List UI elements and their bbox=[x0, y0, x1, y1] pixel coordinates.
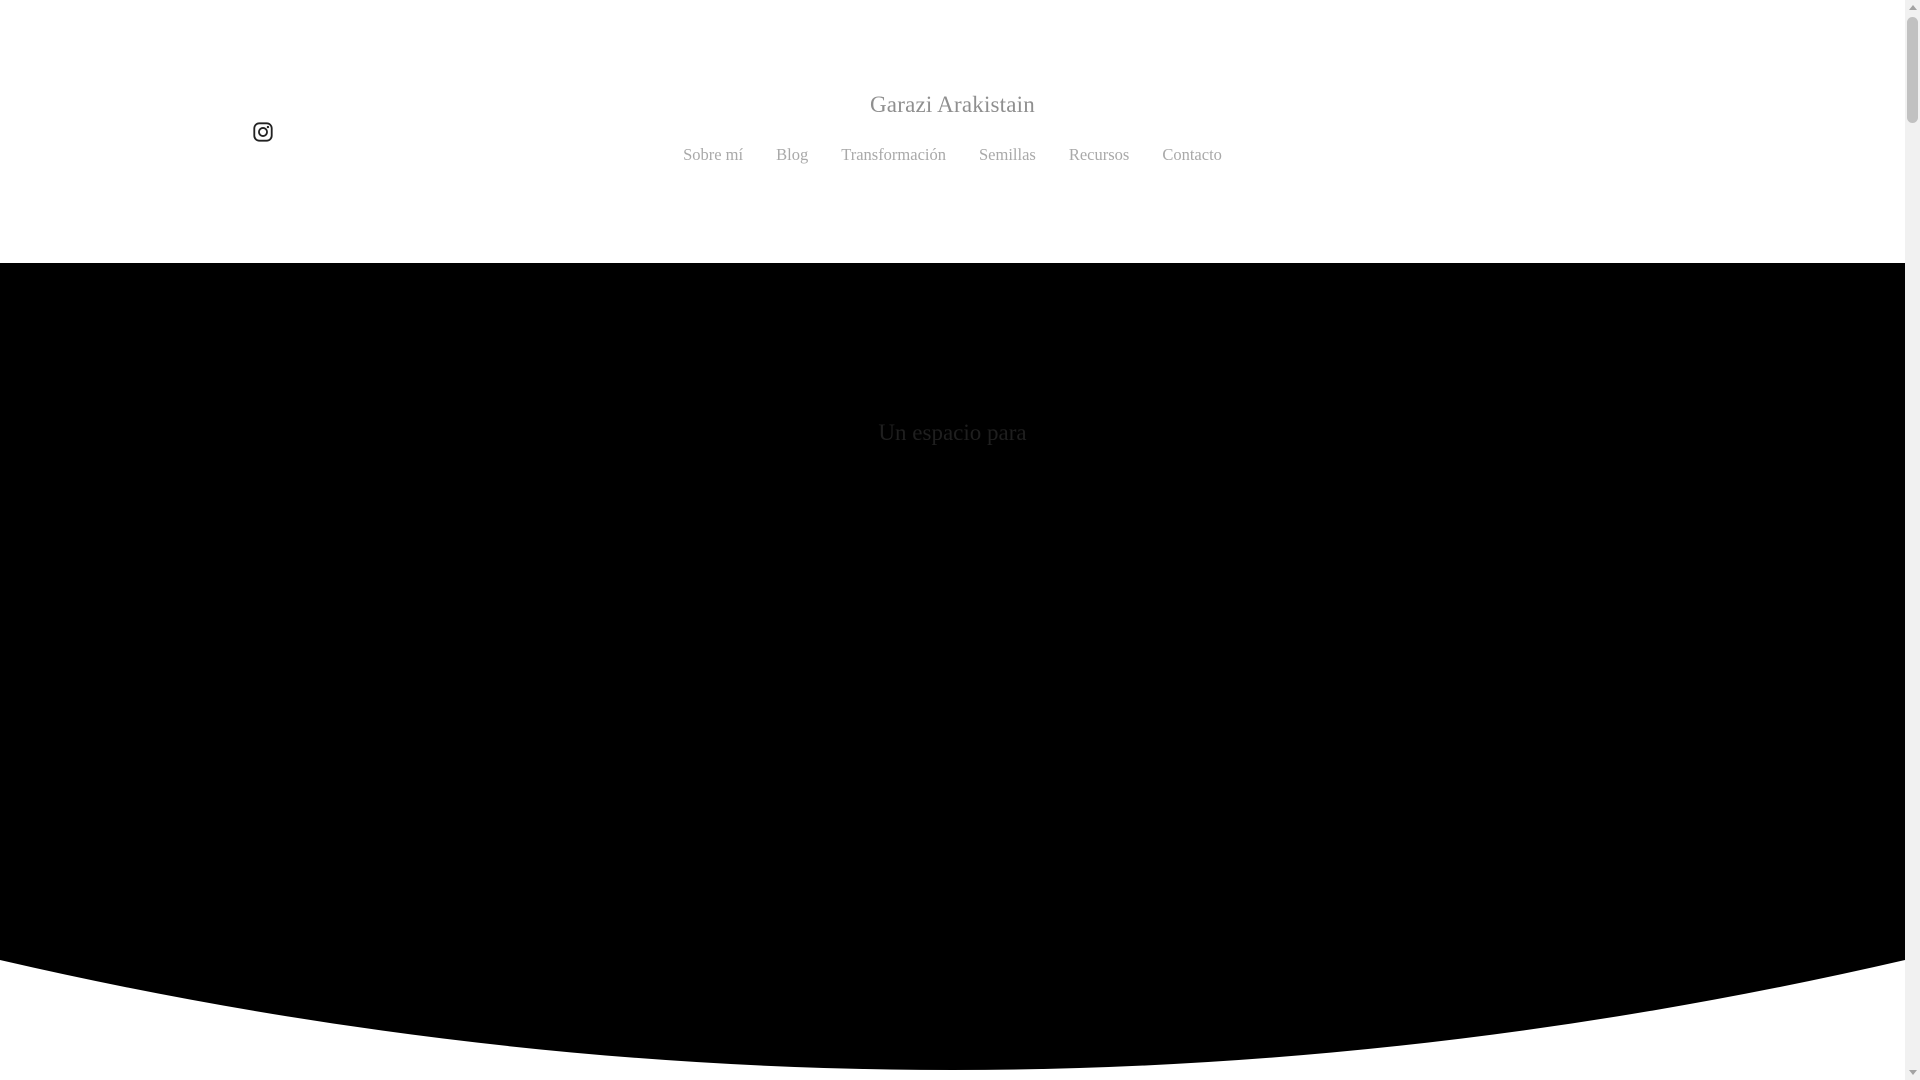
hero-heading: Un espacio para bbox=[878, 420, 1027, 445]
vertical-scrollbar[interactable] bbox=[1905, 0, 1920, 1080]
hero-curved-background bbox=[0, 263, 1905, 1070]
hero-section: Un espacio para bbox=[0, 263, 1905, 1080]
scroll-up-arrow-icon[interactable] bbox=[1905, 0, 1920, 15]
nav-item-sobre-mi[interactable]: Sobre mí bbox=[683, 145, 743, 165]
instagram-link[interactable] bbox=[252, 121, 274, 143]
site-header: Garazi Arakistain Sobre mí Blog Transfor… bbox=[0, 0, 1905, 263]
nav-item-blog[interactable]: Blog bbox=[776, 145, 808, 165]
nav-item-recursos[interactable]: Recursos bbox=[1069, 145, 1130, 165]
browser-viewport: Garazi Arakistain Sobre mí Blog Transfor… bbox=[0, 0, 1920, 1080]
scroll-down-arrow-icon[interactable] bbox=[1905, 1065, 1920, 1080]
main-nav: Sobre mí Blog Transformación Semillas Re… bbox=[0, 145, 1905, 165]
nav-item-contacto[interactable]: Contacto bbox=[1162, 145, 1222, 165]
nav-item-transformacion[interactable]: Transformación bbox=[841, 145, 946, 165]
site-title[interactable]: Garazi Arakistain bbox=[0, 92, 1905, 118]
instagram-icon bbox=[253, 122, 273, 142]
nav-item-semillas[interactable]: Semillas bbox=[979, 145, 1036, 165]
scrollbar-thumb[interactable] bbox=[1907, 17, 1918, 123]
page: Garazi Arakistain Sobre mí Blog Transfor… bbox=[0, 0, 1905, 1080]
